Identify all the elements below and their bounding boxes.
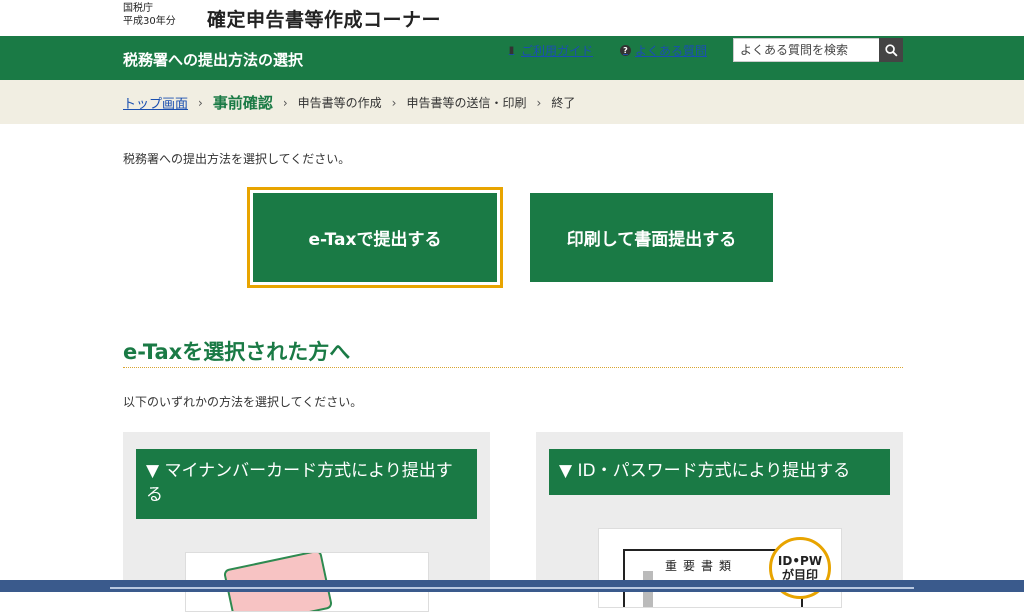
- print-submit-button[interactable]: 印刷して書面提出する: [530, 193, 773, 282]
- section-heading: e-Taxを選択された方へ: [123, 340, 351, 364]
- app-title: 確定申告書等作成コーナー: [207, 9, 442, 31]
- mynumber-card-method-button[interactable]: ▼ マイナンバーカード方式により提出する: [136, 449, 477, 519]
- faq-link[interactable]: ? よくある質問: [620, 42, 707, 59]
- breadcrumb-step-finish: 終了: [551, 96, 576, 110]
- breadcrumb-step-create: 申告書等の作成: [297, 96, 382, 110]
- breadcrumb-current-step: 事前確認: [212, 94, 273, 112]
- section-divider: [123, 367, 903, 368]
- breadcrumb-step-send-print: 申告書等の送信・印刷: [406, 96, 527, 110]
- search-input[interactable]: [733, 38, 879, 62]
- section-intro-text: 以下のいずれかの方法を選択してください。: [123, 395, 363, 409]
- agency-label: 国税庁 平成30年分: [123, 2, 176, 28]
- agency-name: 国税庁: [123, 3, 153, 14]
- user-guide-label: ご利用ガイド: [521, 44, 594, 58]
- bottom-scroll-stripe: [0, 580, 1024, 592]
- chevron-right-icon: ›: [391, 95, 397, 110]
- badge-text: ID•PW: [777, 554, 823, 568]
- faq-search: [733, 38, 903, 62]
- mynumber-card-panel: ▼ マイナンバーカード方式により提出する ›: [123, 432, 490, 612]
- progress-breadcrumb: トップ画面 › 事前確認 › 申告書等の作成 › 申告書等の送信・印刷 › 終了: [0, 80, 1024, 124]
- id-password-method-button[interactable]: ▼ ID・パスワード方式により提出する: [549, 449, 890, 495]
- tax-year: 平成30年分: [123, 16, 176, 27]
- id-password-panel: ▼ ID・パスワード方式により提出する 重要書類 ID•PW が目印 ›: [536, 432, 903, 608]
- user-guide-link[interactable]: ▮ ご利用ガイド: [506, 42, 593, 59]
- document-title: 重要書類: [665, 559, 738, 573]
- book-icon: ▮: [508, 45, 515, 56]
- chevron-right-icon: ›: [282, 95, 288, 110]
- search-button[interactable]: [879, 38, 903, 62]
- chevron-right-icon: ›: [536, 95, 542, 110]
- id-password-illustration: 重要書類 ID•PW が目印: [598, 528, 842, 608]
- bottom-stripe-line: [110, 587, 914, 589]
- faq-label: よくある質問: [635, 44, 708, 58]
- page-title-bar: 税務署への提出方法の選択 ▮ ご利用ガイド ? よくある質問: [0, 36, 1024, 80]
- breadcrumb: トップ画面 › 事前確認 › 申告書等の作成 › 申告書等の送信・印刷 › 終了: [123, 92, 575, 113]
- page-title: 税務署への提出方法の選択: [123, 51, 304, 69]
- search-icon: [884, 43, 898, 57]
- intro-text: 税務署への提出方法を選択してください。: [123, 152, 351, 166]
- question-icon: ?: [620, 45, 631, 56]
- breadcrumb-top[interactable]: トップ画面: [123, 93, 188, 112]
- etax-submit-button[interactable]: e-Taxで提出する: [247, 187, 503, 288]
- site-header: 国税庁 平成30年分 確定申告書等作成コーナー: [0, 0, 1024, 36]
- chevron-right-icon: ›: [198, 95, 203, 110]
